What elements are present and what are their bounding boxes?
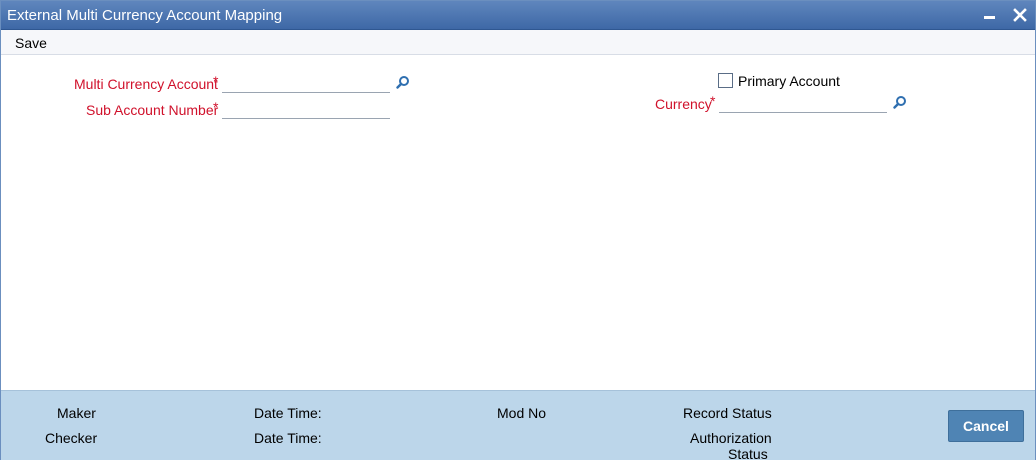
cancel-button[interactable]: Cancel <box>948 410 1024 442</box>
record-status-label: Record Status <box>683 405 772 421</box>
minimize-icon[interactable] <box>979 4 1001 26</box>
title-bar: External Multi Currency Account Mapping <box>1 1 1035 30</box>
sub-account-number-input[interactable] <box>222 99 390 119</box>
currency-input[interactable] <box>719 93 887 113</box>
checker-label: Checker <box>45 430 98 446</box>
maker-label: Maker <box>57 405 96 421</box>
authorization-status-label: Status <box>728 446 768 460</box>
close-icon[interactable] <box>1009 4 1031 26</box>
multi-currency-account-search-icon[interactable] <box>396 75 410 89</box>
checker-date-time-label: Date Time: <box>254 430 322 446</box>
authorization-label: Authorization <box>690 430 772 446</box>
mod-no-label: Mod No <box>497 405 547 421</box>
maker-date-time-label: Date Time: <box>254 405 322 421</box>
primary-account-label: Primary Account <box>738 73 840 89</box>
audit-footer: Maker Checker Date Time: Date Time: Mod … <box>1 390 1035 460</box>
required-marker: * <box>213 73 219 89</box>
currency-label: Currency <box>655 96 712 112</box>
window-title: External Multi Currency Account Mapping <box>7 7 283 24</box>
mapping-window: External Multi Currency Account Mapping … <box>0 0 1036 460</box>
required-marker: * <box>213 99 219 115</box>
sub-account-number-label: Sub Account Number <box>86 102 219 118</box>
currency-search-icon[interactable] <box>893 95 907 109</box>
primary-account-checkbox[interactable] <box>718 73 733 88</box>
required-marker: * <box>710 93 716 109</box>
save-button[interactable]: Save <box>15 35 47 51</box>
multi-currency-account-label: Multi Currency Account <box>74 76 218 92</box>
menu-bar: Save <box>1 30 1035 55</box>
multi-currency-account-input[interactable] <box>222 73 390 93</box>
